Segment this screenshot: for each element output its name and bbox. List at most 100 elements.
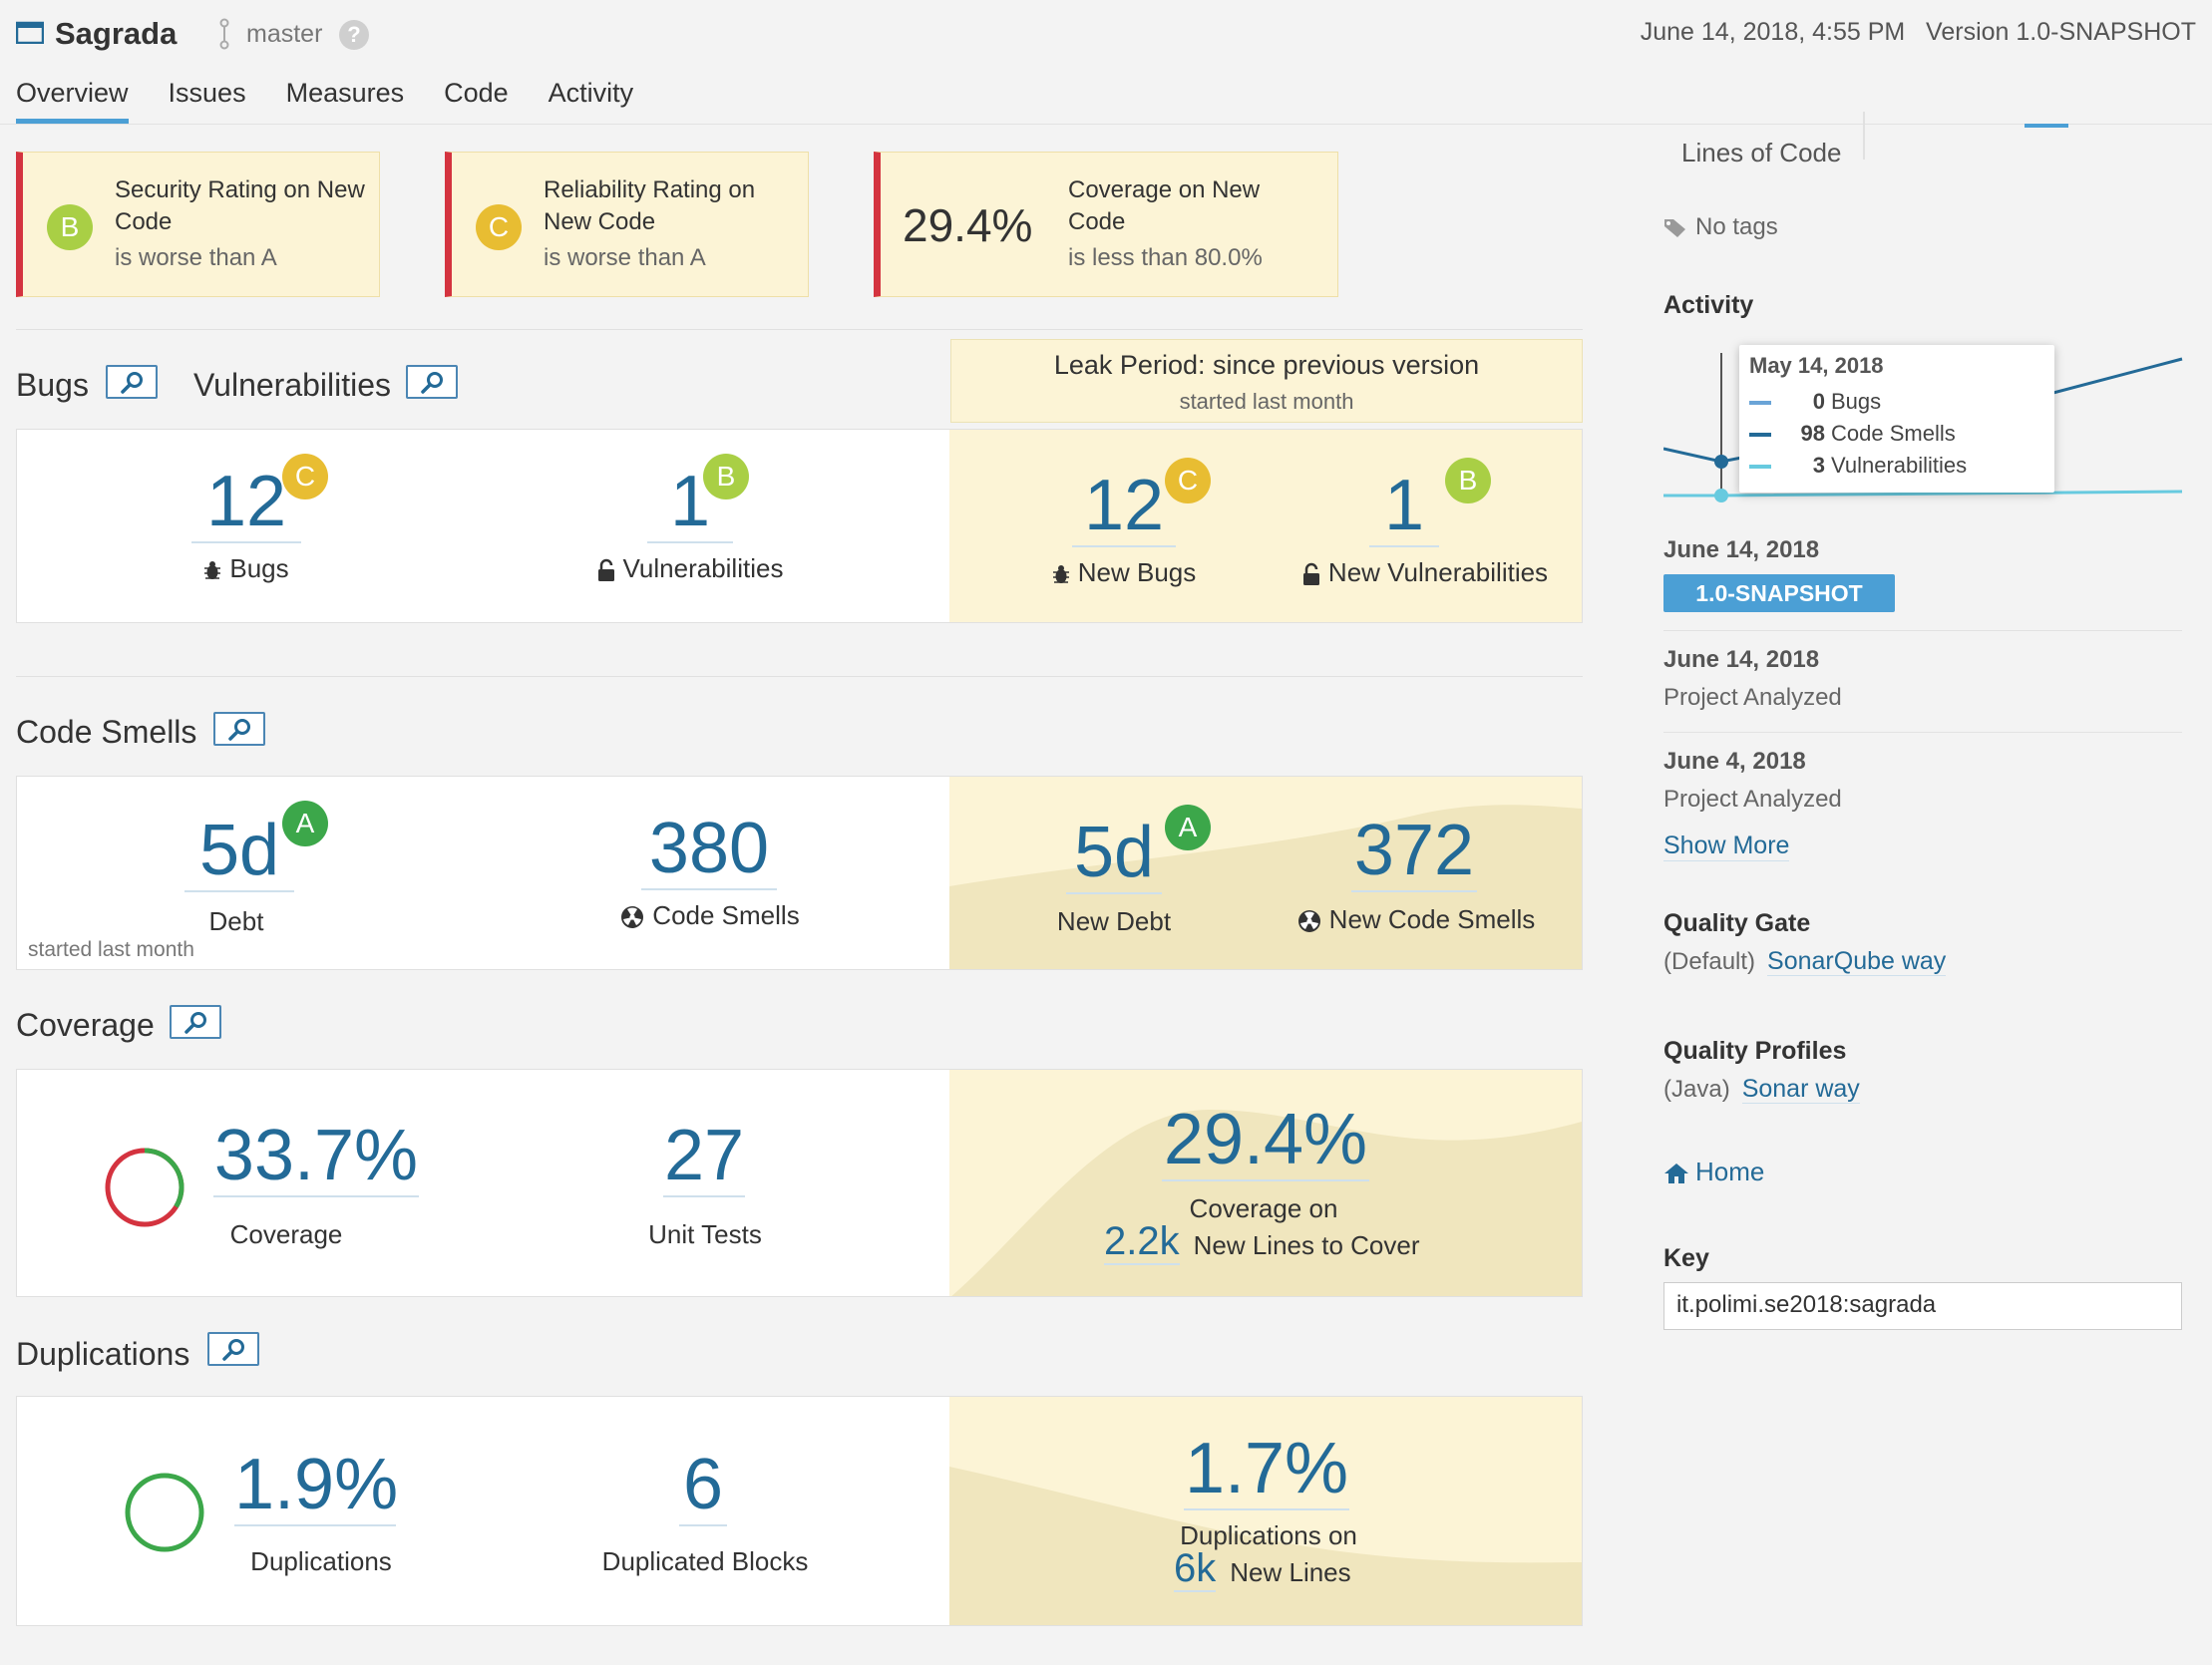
duplicated-blocks-label: Duplicated Blocks — [601, 1546, 809, 1576]
condition-label: Security Rating on New Code — [115, 176, 365, 235]
event-date: June 14, 2018 — [1663, 646, 1820, 673]
new-bugs-value[interactable]: 12 — [1072, 470, 1176, 547]
unit-tests-value[interactable]: 27 — [663, 1120, 745, 1197]
new-code-smells-label-text: New Code Smells — [1328, 904, 1536, 934]
duplicated-blocks-value[interactable]: 6 — [679, 1449, 727, 1526]
condition-label: Reliability Rating on New Code — [544, 176, 756, 235]
tab-issues[interactable]: Issues — [169, 78, 246, 124]
tab-code[interactable]: Code — [444, 78, 509, 124]
section-title-coverage: Coverage — [16, 1007, 155, 1043]
new-duplications-value[interactable]: 1.7% — [1184, 1433, 1349, 1510]
leak-area — [949, 777, 1582, 969]
new-vulnerabilities-value[interactable]: 1 — [1369, 470, 1439, 547]
quality-profile-prefix: (Java) — [1663, 1076, 1730, 1103]
new-lines-to-cover-label: New Lines to Cover — [1193, 1230, 1420, 1260]
bug-icon — [1052, 565, 1069, 584]
lines-of-code-label[interactable]: Lines of Code — [1681, 138, 1841, 168]
vulnerabilities-rating[interactable]: B — [703, 454, 749, 500]
tab-measures[interactable]: Measures — [286, 78, 405, 124]
rating-badge: B — [47, 204, 93, 250]
tags[interactable]: No tags — [1663, 213, 1778, 241]
coverage-drilldown-button[interactable] — [170, 1005, 221, 1039]
new-debt-rating[interactable]: A — [1165, 805, 1211, 850]
new-debt-value[interactable]: 5d — [1066, 817, 1162, 894]
new-code-smells-label: New Code Smells — [1282, 904, 1551, 935]
bugs-label: Bugs — [177, 553, 316, 584]
condition-value: 29.4% — [903, 199, 1033, 251]
branch-name[interactable]: master — [246, 20, 322, 49]
debt-rating[interactable]: A — [282, 801, 328, 846]
tooltip-label: Vulnerabilities — [1831, 453, 1968, 478]
tab-overview[interactable]: Overview — [16, 78, 129, 124]
tooltip-row-vulnerabilities: 3 Vulnerabilities — [1749, 453, 1967, 479]
new-bugs-rating[interactable]: C — [1165, 458, 1211, 503]
tooltip-value: 3 — [1812, 453, 1825, 478]
new-vulnerabilities-label: New Vulnerabilities — [1286, 557, 1565, 588]
tooltip-row-code-smells: 98 Code Smells — [1749, 421, 1956, 447]
quality-gate-value: (Default) SonarQube way — [1663, 947, 1947, 976]
tooltip-date: May 14, 2018 — [1749, 353, 1884, 378]
event-divider — [1663, 732, 2182, 733]
leak-period-subtitle: started last month — [1179, 389, 1354, 414]
section-title-duplications: Duplications — [16, 1336, 190, 1372]
legend-swatch — [1749, 465, 1771, 470]
debt-value[interactable]: 5d — [184, 815, 294, 892]
show-more-link[interactable]: Show More — [1663, 832, 1790, 861]
project-icon — [16, 21, 44, 44]
rating-badge: C — [476, 204, 522, 250]
project-key-field[interactable]: it.polimi.se2018:sagrada — [1663, 1282, 2182, 1330]
radiation-icon — [621, 906, 644, 929]
duplications-drilldown-button[interactable] — [207, 1332, 259, 1366]
new-debt-label: New Debt — [1056, 906, 1172, 936]
search-icon — [421, 372, 443, 394]
tooltip-value: 0 — [1812, 389, 1825, 414]
duplications-value[interactable]: 1.9% — [234, 1449, 398, 1526]
help-icon[interactable]: ? — [339, 20, 369, 50]
condition-threshold: is worse than A — [115, 244, 277, 271]
coverage-value[interactable]: 33.7% — [213, 1120, 419, 1197]
home-link-text: Home — [1695, 1157, 1765, 1186]
quality-profile-link[interactable]: Sonar way — [1741, 1075, 1860, 1104]
code-smells-history-chart — [949, 805, 1582, 969]
language-bar — [2025, 124, 2068, 128]
section-title-vulnerabilities: Vulnerabilities — [193, 367, 392, 403]
event-text: Project Analyzed — [1663, 684, 1842, 711]
branch-icon — [219, 18, 229, 50]
debt-started-note: started last month — [28, 938, 194, 961]
tooltip-label: Bugs — [1831, 389, 1882, 414]
project-name[interactable]: Sagrada — [55, 16, 177, 52]
bugs-label-text: Bugs — [229, 553, 289, 583]
tab-activity[interactable]: Activity — [549, 78, 634, 124]
quality-gate-link[interactable]: SonarQube way — [1767, 947, 1947, 976]
tag-icon — [1664, 218, 1685, 237]
condition-threshold: is less than 80.0% — [1068, 244, 1263, 271]
new-vulnerabilities-rating[interactable]: B — [1445, 458, 1491, 503]
new-lines-value[interactable]: 6k — [1174, 1546, 1217, 1592]
home-link[interactable]: Home — [1663, 1157, 1764, 1187]
radiation-icon — [1297, 910, 1320, 933]
search-icon — [222, 1339, 244, 1361]
bugs-drilldown-button[interactable] — [106, 365, 158, 399]
new-coverage-value[interactable]: 29.4% — [1162, 1104, 1369, 1181]
condition-reliability-rating[interactable]: C Reliability Rating on New Code is wors… — [445, 152, 809, 297]
activity-title: Activity — [1663, 291, 1754, 319]
vulnerabilities-label: Vulnerabilities — [570, 553, 810, 584]
code-smells-drilldown-button[interactable] — [213, 712, 265, 746]
duplications-donut — [125, 1473, 204, 1552]
code-smells-value[interactable]: 380 — [641, 813, 777, 890]
condition-security-rating[interactable]: B Security Rating on New Code is worse t… — [16, 152, 380, 297]
new-code-smells-value[interactable]: 372 — [1351, 815, 1477, 892]
new-lines-to-cover-value[interactable]: 2.2k — [1104, 1219, 1180, 1265]
condition-coverage[interactable]: 29.4% Coverage on New Code is less than … — [874, 152, 1338, 297]
bugs-rating[interactable]: C — [282, 454, 328, 500]
duplications-label: Duplications — [250, 1546, 392, 1576]
lock-icon — [597, 558, 614, 582]
tooltip-label: Code Smells — [1831, 421, 1956, 446]
code-smells-label: Code Smells — [585, 900, 835, 931]
quality-profile-value: (Java) Sonar way — [1663, 1075, 1860, 1104]
bugs-vulnerabilities-panel: 12 C Bugs 1 B Vulnerabilities 12 C New B… — [16, 429, 1583, 623]
vulnerabilities-drilldown-button[interactable] — [406, 365, 458, 399]
new-lines-label: New Lines — [1230, 1557, 1351, 1587]
new-lines-to-cover: 2.2k New Lines to Cover — [1104, 1219, 1443, 1265]
quality-profiles-title: Quality Profiles — [1663, 1037, 1847, 1065]
